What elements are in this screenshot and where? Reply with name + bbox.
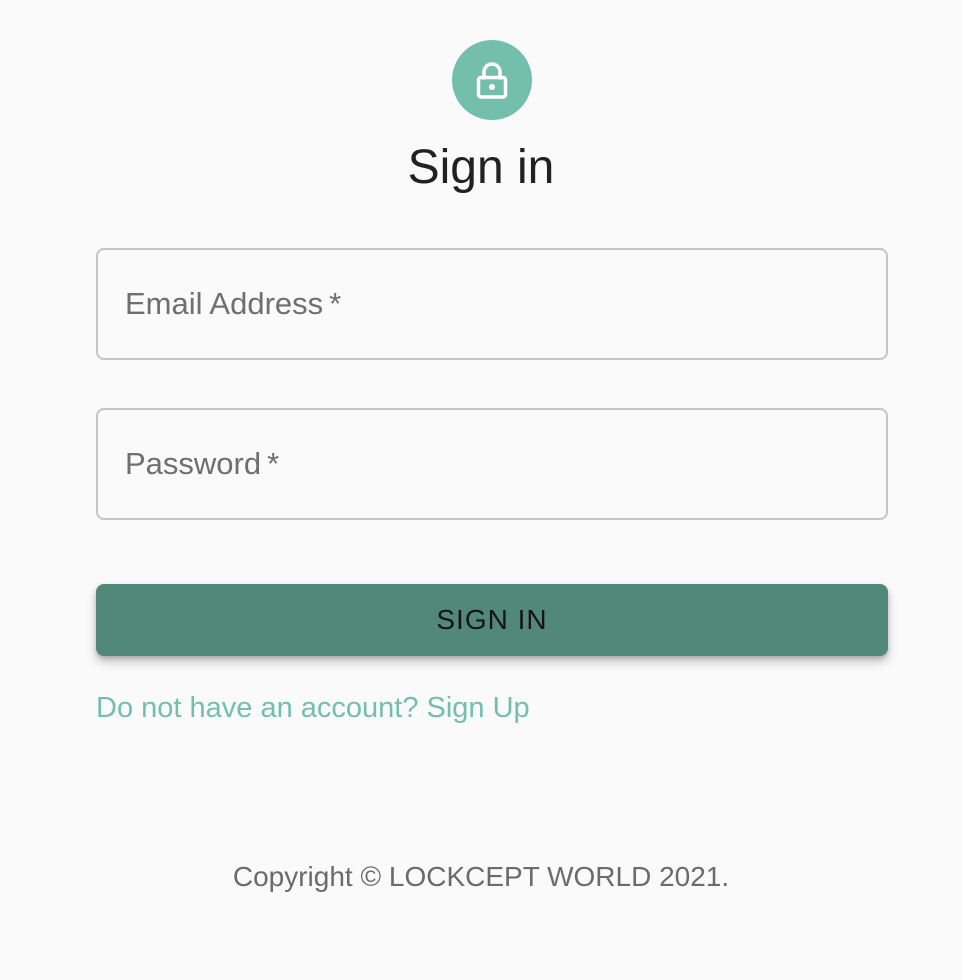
copyright-text: Copyright © LOCKCEPT WORLD 2021. bbox=[232, 861, 730, 892]
sign-in-button[interactable]: SIGN IN bbox=[96, 584, 888, 656]
sign-up-link[interactable]: Do not have an account? Sign Up bbox=[96, 688, 530, 728]
password-field-label: Password * bbox=[125, 446, 280, 481]
avatar bbox=[452, 40, 532, 120]
password-field[interactable]: Password * bbox=[96, 408, 888, 520]
lock-icon bbox=[474, 60, 510, 100]
sign-in-page: Sign in Email Address * Password * SIGN IN… bbox=[0, 0, 962, 980]
page-title: Sign in bbox=[407, 141, 555, 194]
email-field[interactable]: Email Address * bbox=[96, 248, 888, 360]
email-field-label: Email Address * bbox=[125, 286, 342, 321]
